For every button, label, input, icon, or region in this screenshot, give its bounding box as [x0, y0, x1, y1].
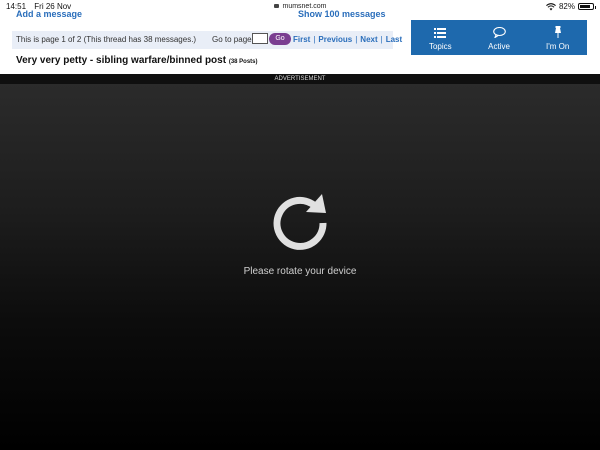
nav-im-on[interactable]: I'm On [528, 20, 587, 55]
next-link[interactable]: Next [360, 35, 377, 44]
show-messages-link[interactable]: Show 100 messages [298, 9, 386, 19]
thread-title-text: Very very petty - sibling warfare/binned… [16, 55, 227, 66]
post-count: (38 Posts) [228, 59, 258, 65]
pagination-bar: This is page 1 of 2 (This thread has 38 … [12, 31, 402, 49]
go-button[interactable]: Go [269, 33, 291, 45]
first-link[interactable]: First [293, 35, 310, 44]
separator: | [380, 35, 383, 44]
rotate-overlay: Please rotate your device [0, 84, 600, 450]
nav-active-label: Active [488, 42, 510, 51]
pin-icon [554, 26, 561, 38]
advertisement-label: ADVERTISEMENT [0, 74, 600, 84]
battery-percent: 82% [558, 2, 575, 11]
nav-active[interactable]: Active [470, 20, 529, 55]
web-page: Add a message Show 100 messages This is … [0, 9, 600, 74]
last-link[interactable]: Last [386, 35, 402, 44]
previous-link[interactable]: Previous [318, 35, 352, 44]
status-right: 82% [546, 2, 596, 11]
separator: | [355, 35, 358, 44]
battery-fill [580, 5, 590, 8]
lock-icon [273, 4, 279, 8]
top-nav: Topics Active I'm On [411, 20, 587, 55]
page-nav-links: First | Previous | Next | Last [293, 35, 402, 44]
page-number-input[interactable] [252, 33, 268, 44]
speech-bubble-icon [492, 27, 506, 38]
nav-topics-label: Topics [428, 42, 452, 51]
battery-icon [578, 3, 596, 10]
nav-im-on-label: I'm On [546, 42, 570, 51]
list-icon [434, 28, 447, 38]
nav-topics[interactable]: Topics [411, 20, 470, 55]
page-info: This is page 1 of 2 (This thread has 38 … [16, 35, 197, 44]
rotate-icon [273, 194, 327, 250]
goto-label: Go to page [212, 35, 252, 44]
wifi-icon [546, 2, 556, 10]
separator: | [313, 35, 316, 44]
add-message-link[interactable]: Add a message [16, 9, 82, 19]
rotate-message: Please rotate your device [243, 266, 357, 277]
thread-title: Very very petty - sibling warfare/binned… [16, 55, 258, 66]
